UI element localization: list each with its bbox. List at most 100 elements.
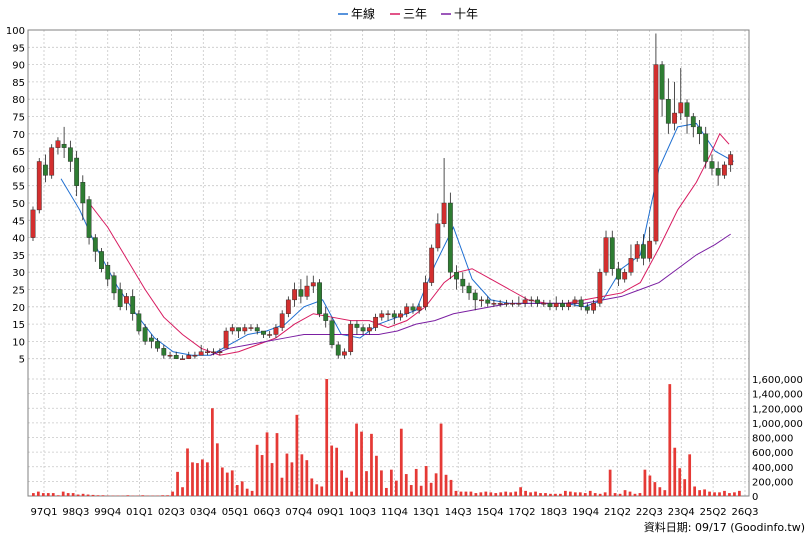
volume-bar bbox=[603, 492, 607, 496]
candle-body bbox=[653, 64, 659, 242]
candle-body bbox=[373, 316, 379, 328]
price-tick-label: 55 bbox=[12, 182, 25, 193]
candle-body bbox=[55, 140, 61, 148]
series-line-3 bbox=[210, 233, 731, 356]
candle-body bbox=[329, 320, 335, 346]
volume-bar bbox=[623, 490, 627, 496]
candle-body bbox=[310, 282, 316, 287]
candle-body bbox=[391, 313, 397, 318]
x-tick-label: 15Q4 bbox=[477, 507, 504, 518]
price-tick-label: 85 bbox=[12, 78, 25, 89]
volume-bar bbox=[51, 493, 55, 496]
price-tick-label: 25 bbox=[12, 286, 25, 297]
volume-bar bbox=[544, 493, 547, 496]
volume-bar bbox=[573, 492, 577, 496]
candle-body bbox=[578, 299, 584, 308]
candle-body bbox=[205, 351, 210, 353]
volume-bar bbox=[206, 462, 209, 496]
volume-tick-label: 400,000 bbox=[752, 463, 793, 474]
volume-bar bbox=[499, 492, 503, 496]
volume-bar bbox=[191, 462, 194, 496]
candle-body bbox=[155, 341, 160, 349]
volume-bar bbox=[181, 487, 184, 496]
candle-body bbox=[423, 282, 428, 307]
volume-bar bbox=[593, 493, 597, 496]
x-tick-label: 98Q3 bbox=[62, 507, 89, 518]
source-note: 資料日期: 09/17 (Goodinfo.tw) bbox=[644, 520, 805, 534]
volume-bar bbox=[613, 493, 617, 496]
candle-body bbox=[584, 306, 590, 311]
volume-bar bbox=[76, 494, 80, 496]
candle-body bbox=[192, 355, 198, 357]
volume-bar bbox=[310, 478, 314, 496]
candle-body bbox=[634, 244, 640, 259]
volume-bar bbox=[385, 487, 388, 496]
volume-bar bbox=[494, 493, 498, 496]
candlesticks bbox=[30, 33, 734, 360]
volume-bar bbox=[454, 490, 458, 496]
x-tick-label: 19Q4 bbox=[572, 507, 599, 518]
candle-body bbox=[86, 199, 92, 238]
volume-bar bbox=[524, 490, 527, 496]
volume-bar bbox=[166, 495, 169, 496]
candle-body bbox=[647, 240, 653, 259]
volume-bar bbox=[414, 468, 418, 496]
volume-bar bbox=[335, 447, 339, 496]
volume-bar bbox=[41, 493, 45, 496]
price-tick-label: 45 bbox=[12, 216, 25, 227]
volume-bar bbox=[583, 493, 587, 496]
x-tick-label: 05Q1 bbox=[222, 507, 249, 518]
volume-bar bbox=[345, 477, 348, 496]
volume-bar bbox=[419, 485, 423, 496]
candle-body bbox=[553, 303, 559, 307]
candle-body bbox=[348, 323, 354, 352]
volume-bar bbox=[66, 493, 70, 496]
candle-body bbox=[528, 299, 534, 302]
x-tick-label: 03Q4 bbox=[190, 507, 217, 518]
volume-bar bbox=[56, 495, 60, 496]
volume-bar bbox=[648, 475, 652, 496]
moving-average-lines bbox=[60, 122, 734, 356]
candle-body bbox=[167, 355, 173, 357]
volume-bar bbox=[399, 428, 403, 496]
candle-body bbox=[472, 292, 478, 301]
candle-body bbox=[609, 237, 615, 269]
candle-body bbox=[404, 306, 410, 314]
volume-bar bbox=[320, 486, 324, 496]
candle-body bbox=[248, 327, 254, 329]
candle-body bbox=[99, 251, 104, 269]
x-tick-label: 22Q3 bbox=[636, 507, 663, 518]
candle-body bbox=[616, 268, 621, 280]
volume-bar bbox=[295, 414, 299, 496]
candle-body bbox=[603, 237, 609, 273]
price-tick-label: 15 bbox=[12, 320, 25, 331]
volume-bar bbox=[365, 471, 368, 496]
candle-body bbox=[690, 116, 696, 128]
volume-bar bbox=[71, 493, 75, 496]
volume-bar bbox=[330, 445, 334, 496]
volume-bar bbox=[568, 491, 572, 496]
x-tick-label: 21Q2 bbox=[604, 507, 631, 518]
candle-body bbox=[541, 303, 547, 305]
candle-body bbox=[504, 303, 509, 305]
candle-body bbox=[672, 112, 677, 124]
candle-body bbox=[229, 327, 235, 332]
volume-bar bbox=[375, 455, 378, 496]
volume-bar bbox=[469, 491, 473, 496]
candle-body bbox=[721, 164, 727, 176]
candle-body bbox=[628, 258, 634, 273]
volume-bar bbox=[370, 433, 373, 496]
volume-tick-label: 0 bbox=[752, 492, 758, 503]
volume-bar bbox=[394, 480, 398, 496]
candle-body bbox=[659, 64, 665, 100]
price-tick-label: 30 bbox=[12, 268, 25, 279]
legend-label-3: 十年 bbox=[454, 7, 478, 21]
volume-bar bbox=[489, 492, 493, 496]
volume-bar bbox=[668, 384, 672, 496]
x-tick-label: 18Q3 bbox=[540, 507, 567, 518]
candle-body bbox=[429, 247, 435, 283]
volume-bar bbox=[315, 484, 319, 496]
candle-body bbox=[510, 303, 515, 305]
volume-bar bbox=[389, 469, 393, 496]
x-tick-label: 06Q3 bbox=[254, 507, 281, 518]
